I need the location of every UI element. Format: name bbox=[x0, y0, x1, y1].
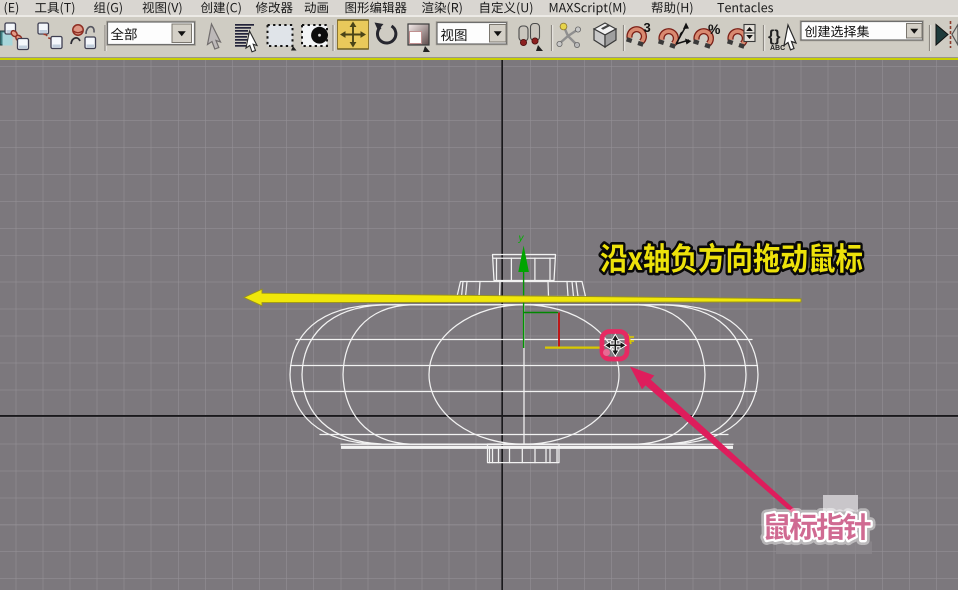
svg-text:{}: {} bbox=[768, 28, 780, 45]
svg-text:ABC: ABC bbox=[770, 45, 785, 52]
svg-text:3: 3 bbox=[644, 20, 651, 35]
svg-text:%: % bbox=[708, 21, 721, 37]
svg-text:y: y bbox=[518, 233, 525, 244]
